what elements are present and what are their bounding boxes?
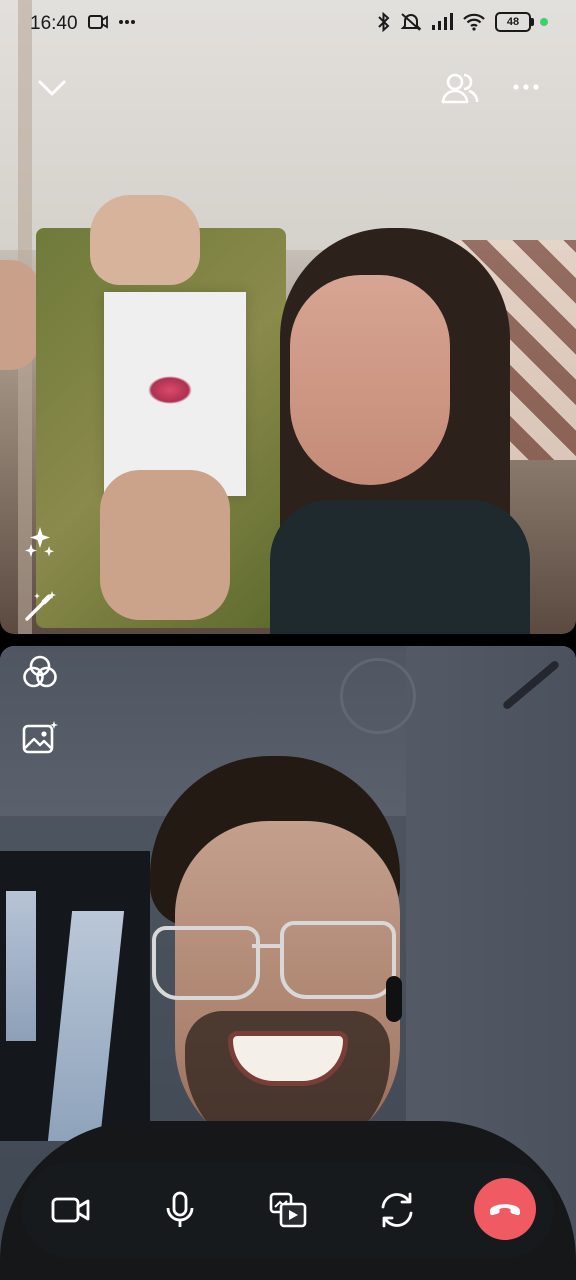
more-options-button[interactable] <box>506 72 546 102</box>
background-image-icon <box>21 719 59 757</box>
hand <box>100 470 230 620</box>
glasses-bridge <box>252 944 282 948</box>
end-call-button[interactable] <box>474 1178 536 1240</box>
bluetooth-icon <box>377 12 391 32</box>
microphone-toggle-button[interactable] <box>152 1182 208 1238</box>
door-glass-pane <box>6 891 36 1041</box>
effects-button[interactable] <box>20 522 60 562</box>
more-options-icon <box>513 84 539 90</box>
mute-icon <box>400 12 422 32</box>
video-call-screen: 16:40 48 <box>0 0 576 1280</box>
screen-share-icon <box>268 1191 308 1229</box>
more-dots-icon <box>118 19 136 25</box>
video-record-icon <box>88 14 108 30</box>
arm <box>0 260 40 370</box>
person-shirt <box>270 500 530 634</box>
glasses-lens <box>152 926 260 1000</box>
microphone-icon <box>165 1191 195 1229</box>
screen-share-button[interactable] <box>260 1182 316 1238</box>
chevron-down-icon <box>37 79 67 97</box>
ceiling-fixture <box>340 658 416 734</box>
flip-camera-button[interactable] <box>369 1182 425 1238</box>
battery-indicator: 48 <box>495 12 534 32</box>
earbud <box>386 976 402 1022</box>
filters-icon <box>21 653 59 691</box>
minimize-call-button[interactable] <box>34 70 70 106</box>
hand <box>90 195 200 285</box>
hang-up-icon <box>487 1199 523 1219</box>
status-bar: 16:40 48 <box>0 0 576 48</box>
wifi-icon <box>462 13 486 31</box>
status-icons-right: 48 <box>377 12 548 32</box>
glasses-lens <box>280 921 396 999</box>
flip-camera-icon <box>377 1191 417 1229</box>
signal-icon <box>431 13 453 31</box>
person-face <box>290 275 450 485</box>
status-time: 16:40 <box>30 13 78 34</box>
participants-button[interactable] <box>438 68 482 108</box>
camera-toggle-button[interactable] <box>43 1182 99 1238</box>
magic-wand-button[interactable] <box>20 586 60 626</box>
status-icons-left <box>88 14 136 30</box>
active-indicator-dot <box>540 18 548 26</box>
magic-wand-icon <box>22 588 58 624</box>
participants-icon <box>440 71 480 105</box>
video-camera-icon <box>51 1195 91 1225</box>
door-glass-pane <box>47 911 125 1141</box>
background-image-button[interactable] <box>20 718 60 758</box>
lips-drawing <box>148 376 192 404</box>
sparkle-effects-icon <box>22 524 58 560</box>
remote-video-feed[interactable] <box>0 0 576 634</box>
background-door <box>0 851 150 1141</box>
filters-button[interactable] <box>20 652 60 692</box>
